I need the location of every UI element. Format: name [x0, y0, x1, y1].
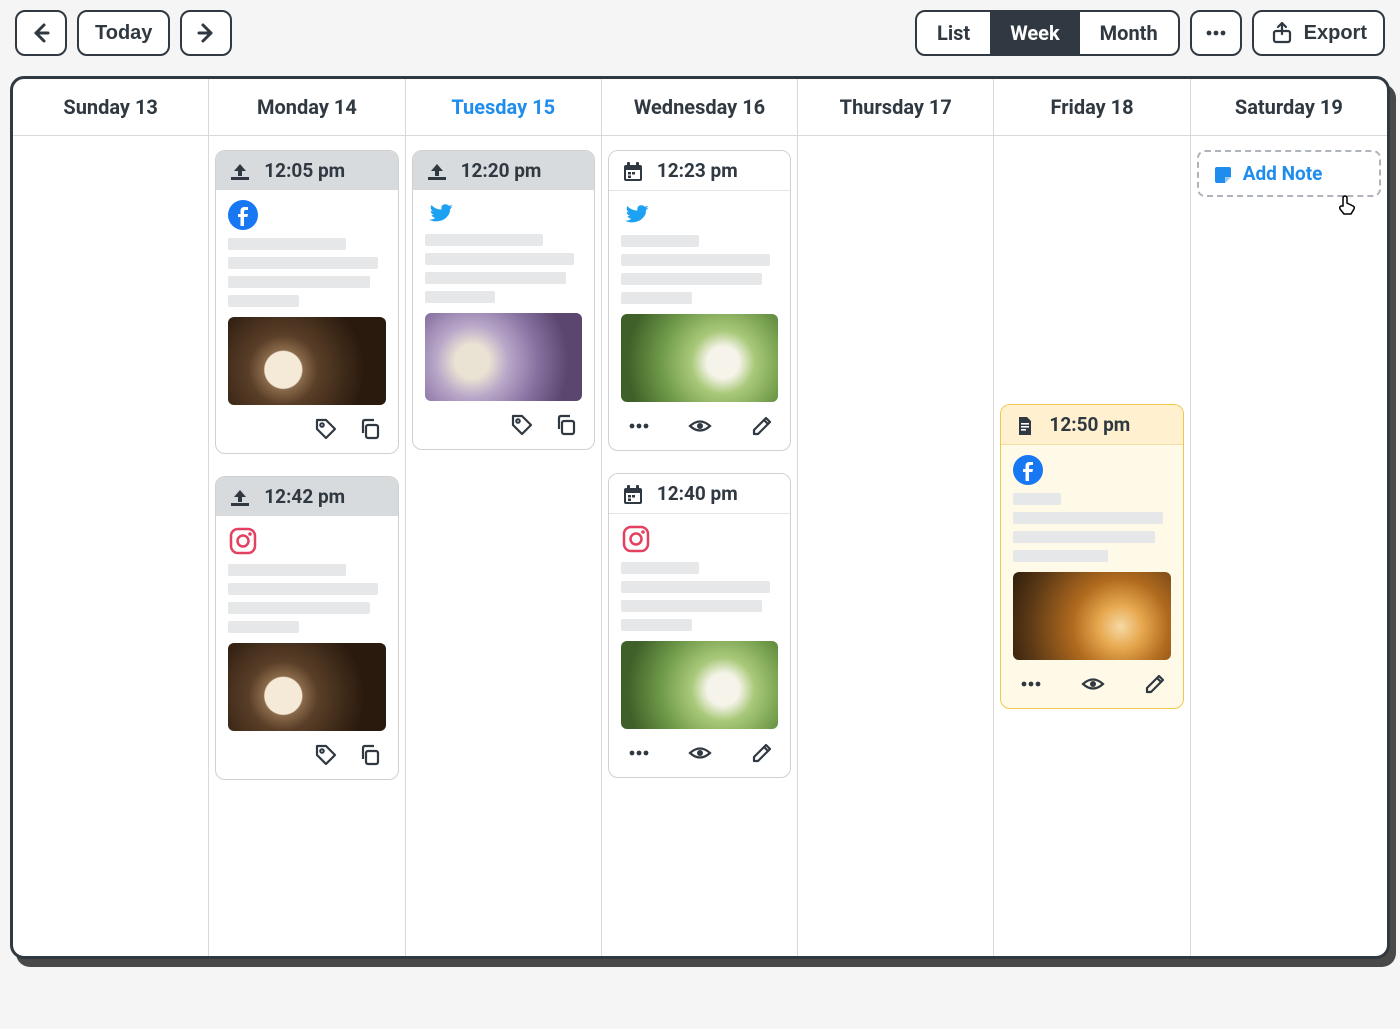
instagram-icon [621, 524, 778, 554]
tag-icon[interactable] [510, 413, 536, 439]
next-week-button[interactable] [180, 10, 232, 56]
upload-icon [228, 486, 250, 508]
post-card-head: 12:50 pm [1001, 405, 1182, 445]
post-time: 12:42 pm [264, 485, 345, 508]
calendar-week-view: Sunday 13 Monday 14 Tuesday 15 Wednesday… [10, 76, 1390, 959]
day-column-fri[interactable]: 12:50 pm [994, 136, 1190, 956]
post-card[interactable]: 12:40 pm [608, 473, 791, 778]
post-card-head: 12:05 pm [216, 151, 397, 190]
post-card-head: 12:20 pm [413, 151, 594, 190]
day-column-tue[interactable]: 12:20 pm [406, 136, 602, 956]
eye-icon[interactable] [688, 741, 714, 767]
post-preview-text [621, 562, 778, 631]
calendar-icon [621, 160, 643, 182]
post-time: 12:40 pm [657, 482, 738, 505]
tag-icon[interactable] [314, 417, 340, 443]
day-header-thu: Thursday 17 [798, 79, 994, 136]
post-card[interactable]: 12:50 pm [1000, 404, 1183, 709]
day-header-wed: Wednesday 16 [602, 79, 798, 136]
view-list-button[interactable]: List [917, 12, 990, 54]
post-time: 12:20 pm [461, 159, 542, 182]
document-icon [1013, 414, 1035, 436]
post-thumbnail [1013, 572, 1170, 660]
day-header-sat: Saturday 19 [1191, 79, 1387, 136]
copy-icon[interactable] [358, 417, 384, 443]
day-column-wed[interactable]: 12:23 pm [602, 136, 798, 956]
more-icon [1204, 21, 1228, 45]
post-preview-text [621, 235, 778, 304]
eye-icon[interactable] [688, 414, 714, 440]
today-button[interactable]: Today [77, 10, 170, 56]
add-note-button[interactable]: Add Note [1197, 150, 1381, 197]
arrow-left-icon [29, 21, 53, 45]
more-icon[interactable] [627, 741, 653, 767]
post-preview-text [425, 234, 582, 303]
note-icon [1211, 163, 1233, 185]
post-card-head: 12:23 pm [609, 151, 790, 191]
calendar-icon [621, 483, 643, 505]
day-column-mon[interactable]: 12:05 pm [209, 136, 405, 956]
post-card-head: 12:42 pm [216, 477, 397, 516]
post-thumbnail [228, 643, 385, 731]
copy-icon[interactable] [358, 743, 384, 769]
post-preview-text [228, 238, 385, 307]
post-thumbnail [621, 641, 778, 729]
toolbar: Today List Week Month Export [10, 10, 1390, 56]
eye-icon[interactable] [1081, 672, 1107, 698]
pencil-icon[interactable] [1143, 672, 1169, 698]
post-preview-text [1013, 493, 1170, 562]
post-card[interactable]: 12:23 pm [608, 150, 791, 451]
post-card-head: 12:40 pm [609, 474, 790, 514]
facebook-icon [228, 200, 385, 230]
more-icon[interactable] [1019, 672, 1045, 698]
day-header-sun: Sunday 13 [13, 79, 209, 136]
day-column-sun[interactable] [13, 136, 209, 956]
copy-icon[interactable] [554, 413, 580, 439]
post-time: 12:23 pm [657, 159, 738, 182]
cursor-hand-icon [1335, 192, 1359, 216]
post-thumbnail [621, 314, 778, 402]
upload-icon [425, 160, 447, 182]
export-icon [1270, 21, 1294, 45]
instagram-icon [228, 526, 385, 556]
calendar-header: Sunday 13 Monday 14 Tuesday 15 Wednesday… [13, 79, 1387, 136]
calendar-body: 12:05 pm [13, 136, 1387, 956]
day-column-thu[interactable] [798, 136, 994, 956]
post-thumbnail [425, 313, 582, 401]
facebook-icon [1013, 455, 1170, 485]
post-preview-text [228, 564, 385, 633]
day-header-fri: Friday 18 [994, 79, 1190, 136]
post-time: 12:05 pm [264, 159, 345, 182]
prev-week-button[interactable] [15, 10, 67, 56]
tag-icon[interactable] [314, 743, 340, 769]
twitter-icon [425, 200, 582, 226]
upload-icon [228, 160, 250, 182]
export-label: Export [1304, 22, 1367, 45]
pencil-icon[interactable] [750, 414, 776, 440]
export-button[interactable]: Export [1252, 10, 1385, 56]
more-button[interactable] [1190, 10, 1242, 56]
view-week-button[interactable]: Week [990, 12, 1079, 54]
add-note-label: Add Note [1243, 162, 1323, 185]
view-month-button[interactable]: Month [1080, 12, 1178, 54]
post-card[interactable]: 12:42 pm [215, 476, 398, 780]
more-icon[interactable] [627, 414, 653, 440]
day-header-mon: Monday 14 [209, 79, 405, 136]
post-thumbnail [228, 317, 385, 405]
post-card[interactable]: 12:20 pm [412, 150, 595, 450]
day-column-sat[interactable]: Add Note [1191, 136, 1387, 956]
post-card[interactable]: 12:05 pm [215, 150, 398, 454]
pencil-icon[interactable] [750, 741, 776, 767]
day-header-tue: Tuesday 15 [406, 79, 602, 136]
post-time: 12:50 pm [1049, 413, 1130, 436]
twitter-icon [621, 201, 778, 227]
arrow-right-icon [194, 21, 218, 45]
view-toggle: List Week Month [915, 10, 1180, 56]
